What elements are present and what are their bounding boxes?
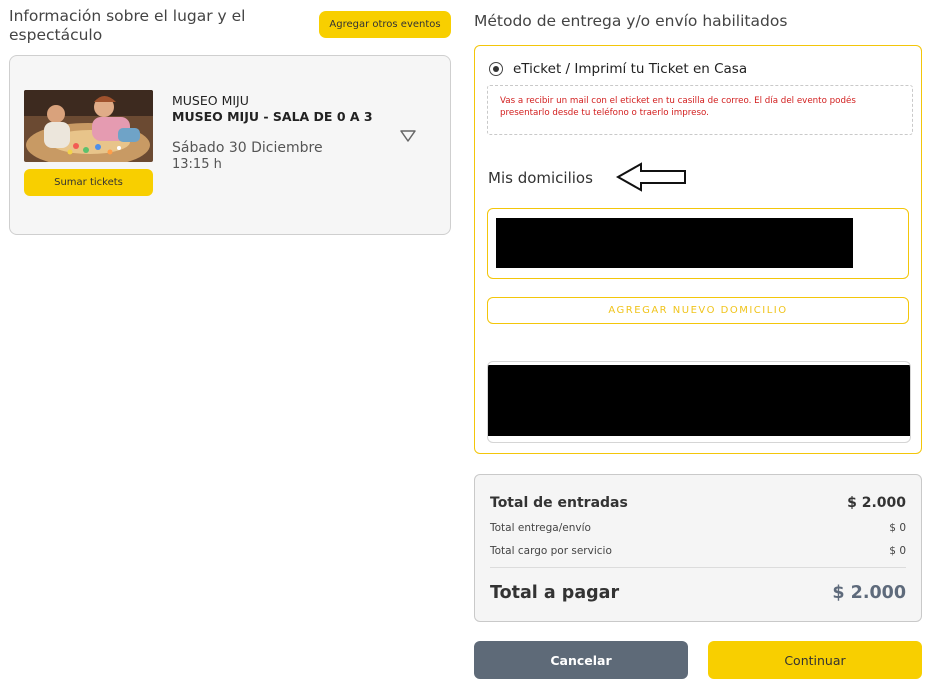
saved-address-card[interactable]	[487, 208, 909, 279]
addresses-title: Mis domicilios	[488, 169, 593, 187]
total-delivery-label: Total entrega/envío	[490, 522, 591, 534]
event-info-title: Información sobre el lugar y el espectác…	[9, 7, 246, 44]
add-tickets-button[interactable]: Sumar tickets	[24, 169, 153, 196]
event-image	[24, 90, 153, 162]
total-service-fee-value: $ 0	[889, 545, 906, 557]
divider	[490, 567, 906, 568]
total-service-fee-label: Total cargo por servicio	[490, 545, 612, 557]
total-tickets-label: Total de entradas	[490, 495, 628, 511]
delivery-method-title: Método de entrega y/o envío habilitados	[474, 12, 788, 30]
event-time: 13:15 h	[172, 157, 222, 172]
total-tickets-value: $ 2.000	[847, 495, 906, 511]
event-card: Sumar tickets MUSEO MIJU MUSEO MIJU - SA…	[9, 55, 451, 235]
show-name: MUSEO MIJU - SALA DE 0 A 3	[172, 109, 373, 124]
redacted-content	[488, 365, 910, 436]
venue-name: MUSEO MIJU	[172, 93, 249, 108]
arrow-left-icon	[615, 161, 687, 193]
redacted-address	[496, 218, 853, 268]
continue-button[interactable]: Continuar	[708, 641, 922, 679]
add-new-address-button[interactable]: AGREGAR NUEVO DOMICILIO	[487, 297, 909, 324]
totals-summary: Total de entradas $ 2.000 Total entrega/…	[474, 474, 922, 622]
eticket-info-note: Vas a recibir un mail con el eticket en …	[487, 85, 913, 135]
event-date: Sábado 30 Diciembre	[172, 140, 323, 156]
total-to-pay-label: Total a pagar	[490, 583, 620, 603]
eticket-option-label[interactable]: eTicket / Imprimí tu Ticket en Casa	[513, 61, 747, 77]
delivery-panel: eTicket / Imprimí tu Ticket en Casa Vas …	[474, 45, 922, 454]
cancel-button[interactable]: Cancelar	[474, 641, 688, 679]
redacted-section	[487, 361, 911, 443]
total-to-pay-value: $ 2.000	[832, 583, 906, 603]
add-other-events-button[interactable]: Agregar otros eventos	[319, 11, 451, 38]
eticket-radio[interactable]	[489, 62, 503, 76]
chevron-down-icon[interactable]	[399, 128, 417, 142]
total-delivery-value: $ 0	[889, 522, 906, 534]
